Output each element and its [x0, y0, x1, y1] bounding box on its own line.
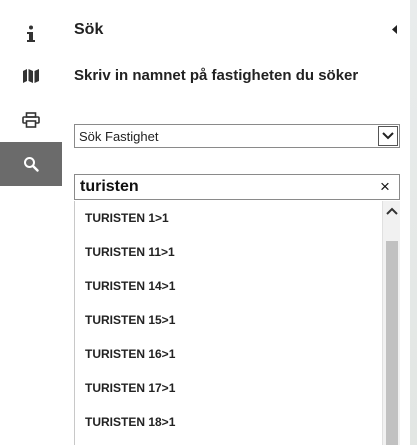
- sidebar: [0, 0, 62, 445]
- result-item[interactable]: TURISTEN 16>1: [75, 337, 382, 371]
- search-type-select[interactable]: Sök Fastighet: [74, 124, 400, 148]
- sidebar-item-search[interactable]: [0, 142, 62, 186]
- clear-search-button[interactable]: ×: [377, 177, 393, 197]
- scroll-up-button[interactable]: [383, 201, 401, 221]
- collapse-panel-button[interactable]: [388, 23, 402, 37]
- search-input[interactable]: turisten ×: [74, 174, 400, 200]
- map-icon: [22, 68, 40, 84]
- search-input-value: turisten: [80, 178, 139, 195]
- search-panel: Sök Skriv in namnet på fastigheten du sö…: [62, 0, 410, 445]
- sidebar-item-map[interactable]: [0, 54, 62, 98]
- sidebar-item-print[interactable]: [0, 98, 62, 142]
- search-icon: [23, 156, 39, 172]
- map-background[interactable]: [410, 0, 417, 445]
- scroll-thumb[interactable]: [386, 241, 398, 445]
- caret-left-icon: [392, 21, 398, 39]
- result-item[interactable]: TURISTEN 1>1: [75, 201, 382, 235]
- result-item[interactable]: TURISTEN 18>1: [75, 405, 382, 439]
- info-icon: [24, 25, 38, 43]
- sidebar-item-info[interactable]: [0, 12, 62, 56]
- search-results-list: TURISTEN 1>1 TURISTEN 11>1 TURISTEN 14>1…: [74, 201, 382, 445]
- app-root: Sök Skriv in namnet på fastigheten du sö…: [0, 0, 417, 445]
- search-type-value: Sök Fastighet: [79, 128, 159, 144]
- panel-title: Sök: [74, 21, 104, 38]
- chevron-up-icon: [386, 202, 398, 220]
- results-scrollbar[interactable]: [382, 201, 400, 445]
- result-item[interactable]: TURISTEN 14>1: [75, 269, 382, 303]
- result-item[interactable]: TURISTEN 15>1: [75, 303, 382, 337]
- chevron-down-icon: [378, 126, 398, 146]
- instruction-text: Skriv in namnet på fastigheten du söker: [74, 67, 359, 84]
- result-item[interactable]: TURISTEN 11>1: [75, 235, 382, 269]
- result-item[interactable]: TURISTEN 17>1: [75, 371, 382, 405]
- print-icon: [22, 112, 40, 128]
